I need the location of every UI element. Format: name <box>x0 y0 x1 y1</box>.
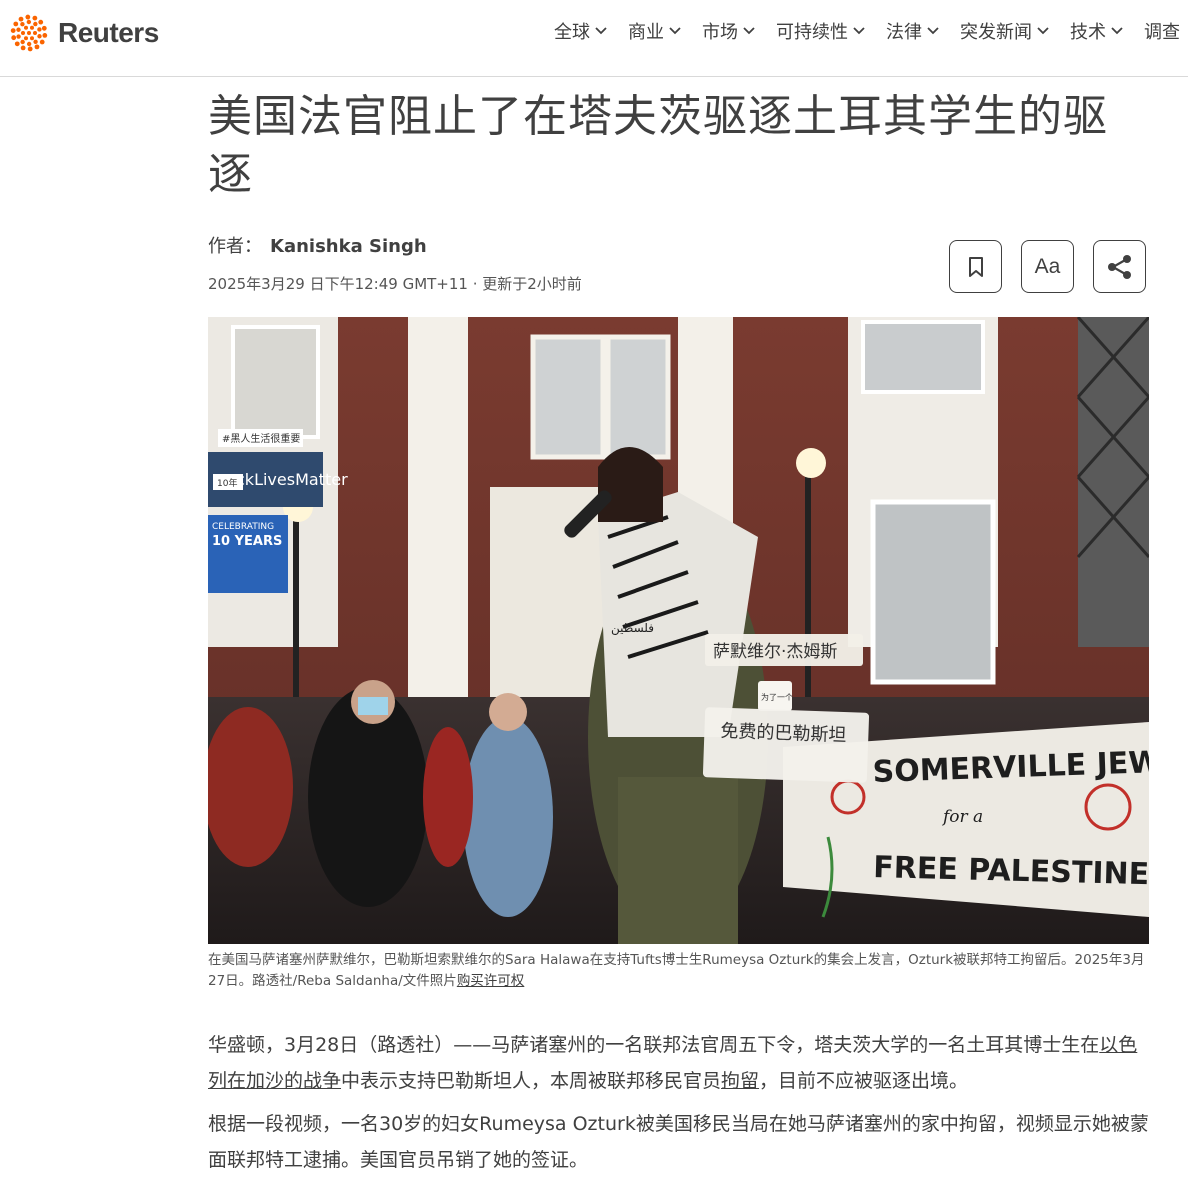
logo-dot <box>33 21 38 27</box>
logo-dot <box>25 14 31 20</box>
logo-dot <box>38 19 44 25</box>
nav-item[interactable]: 突发新闻 <box>960 18 1049 44</box>
logo-dot <box>20 45 26 51</box>
brand-name: Reuters <box>58 17 159 48</box>
chevron-down-icon <box>1037 27 1049 35</box>
logo-dot <box>30 25 34 30</box>
nav-item-label: 可持续性 <box>776 22 848 43</box>
logo-dot <box>10 28 16 33</box>
share-icon <box>1107 254 1131 279</box>
logo-dot <box>18 16 24 22</box>
photo-caption: 在美国马萨诸塞州萨默维尔，巴勒斯坦索默维尔的Sara Halawa在支持Tuft… <box>208 950 1148 992</box>
nav-item-label: 法律 <box>886 22 922 43</box>
logo-dot <box>14 41 20 47</box>
logo-dot <box>13 21 19 27</box>
logo-dot <box>30 36 34 41</box>
chevron-down-icon <box>853 27 865 35</box>
nav-item-label: 市场 <box>702 22 738 43</box>
author-link[interactable]: Kanishka Singh <box>270 236 427 257</box>
overlay-free: 免费的巴勒斯坦 <box>720 721 847 746</box>
celebrating-text: CELEBRATING <box>212 522 274 532</box>
main-nav: 全球 商业 市场 可持续性 法律 突发新闻 技术 调查 <box>533 18 1180 44</box>
scarf-text: فلسطين <box>611 621 654 636</box>
byline-prefix: 作者： <box>208 236 262 257</box>
nav-item[interactable]: 全球 <box>554 18 607 44</box>
overlay-name: 萨默维尔·杰姆斯 <box>713 642 837 662</box>
nav-item[interactable]: 商业 <box>628 18 681 44</box>
para1-pre: 华盛顿，3月28日（路透社）——马萨诸塞州的一名联邦法官周五下令，塔夫茨大学的一… <box>208 1034 1100 1056</box>
share-button[interactable] <box>1093 240 1146 293</box>
logo-dot <box>11 35 17 41</box>
article-paragraph: 根据一段视频，一名30岁的妇女Rumeysa Ozturk被美国移民当局在她马萨… <box>208 1113 1149 1171</box>
nav-item-label: 商业 <box>628 22 664 43</box>
font-size-button[interactable]: Aa <box>1021 240 1074 293</box>
bookmark-icon <box>968 256 983 277</box>
logo-dot <box>42 33 48 38</box>
logo-dot <box>27 31 31 35</box>
ten-years-text: 10 YEARS <box>212 534 282 549</box>
nav-item[interactable]: 调查 <box>1144 18 1180 44</box>
logo-dot <box>33 39 38 45</box>
chevron-down-icon <box>743 27 755 35</box>
logo-dot <box>37 34 42 39</box>
article-photo[interactable]: #黑人生活很重要 ckLivesMatter 10年 CELEBRATING 1… <box>208 317 1149 944</box>
nav-item[interactable]: 技术 <box>1070 18 1123 44</box>
para1-mid: 中表示支持巴勒斯坦人，本周被联邦移民官员 <box>341 1070 722 1092</box>
nav-item[interactable]: 市场 <box>702 18 755 44</box>
logo-dot <box>32 15 38 21</box>
article-tools: Aa <box>949 240 1146 293</box>
blm-text: ckLivesMatter <box>236 470 348 489</box>
nav-item[interactable]: 法律 <box>886 18 939 44</box>
logo-dot <box>27 46 33 52</box>
rally-photo: #黑人生活很重要 ckLivesMatter 10年 CELEBRATING 1… <box>208 317 1149 944</box>
license-link[interactable]: 购买许可权 <box>457 973 525 989</box>
banner-line2: for a <box>941 807 983 827</box>
nav-item-label: 技术 <box>1070 22 1106 43</box>
sign-top-text: #黑人生活很重要 <box>222 432 300 445</box>
nav-item-label: 全球 <box>554 22 590 43</box>
detained-link[interactable]: 拘留 <box>721 1070 759 1092</box>
article-paragraph: 华盛顿，3月28日（路透社）——马萨诸塞州的一名联邦法官周五下令，塔夫茨大学的一… <box>208 1027 1153 1099</box>
banner-line3: FREE PALESTINE <box>873 850 1149 892</box>
logo-dot <box>20 21 25 27</box>
logo-dot <box>37 27 42 32</box>
para1-post: ，目前不应被驱逐出境。 <box>759 1070 969 1092</box>
logo-dot <box>26 19 32 25</box>
dateline: 2025年3月29 日下午12:49 GMT+11 · 更新于2小时前 <box>208 275 582 293</box>
chevron-down-icon <box>927 27 939 35</box>
column <box>408 317 468 717</box>
logo-dot <box>16 27 21 32</box>
chevron-down-icon <box>595 27 607 35</box>
logo-dot <box>39 39 45 45</box>
nav-item-label: 调查 <box>1144 22 1180 43</box>
font-size-label: Aa <box>1034 254 1061 278</box>
byline: 作者： Kanishka Singh <box>208 232 427 258</box>
scaffolding <box>1078 317 1149 647</box>
caption-text: 在美国马萨诸塞州萨默维尔，巴勒斯坦索默维尔的Sara Halawa在支持Tuft… <box>208 952 1145 989</box>
nav-item[interactable]: 可持续性 <box>776 18 865 44</box>
sign-10-text: 10年 <box>217 477 237 489</box>
bookmark-button[interactable] <box>949 240 1002 293</box>
site-header: Reuters 全球 商业 市场 可持续性 法律 突发新闻 技术 调查 <box>0 0 1188 77</box>
window <box>530 334 606 460</box>
logo-dot <box>24 36 28 41</box>
chevron-down-icon <box>1111 27 1123 35</box>
logo-dot <box>33 31 37 35</box>
street-lamp <box>796 448 826 478</box>
reuters-logo-icon <box>10 14 48 52</box>
reuters-logo[interactable]: Reuters <box>8 12 159 54</box>
logo-dot <box>21 31 25 35</box>
logo-dot <box>16 34 21 39</box>
logo-dot <box>26 41 32 47</box>
nav-item-label: 突发新闻 <box>960 22 1032 43</box>
logo-dot <box>41 25 47 31</box>
logo-dot <box>20 39 25 45</box>
logo-dot <box>34 44 40 50</box>
chevron-down-icon <box>669 27 681 35</box>
logo-dot <box>24 25 28 30</box>
article-headline: 美国法官阻止了在塔夫茨驱逐土耳其学生的驱逐 <box>208 91 1108 200</box>
overlay-for: 为了一个 <box>761 692 793 702</box>
